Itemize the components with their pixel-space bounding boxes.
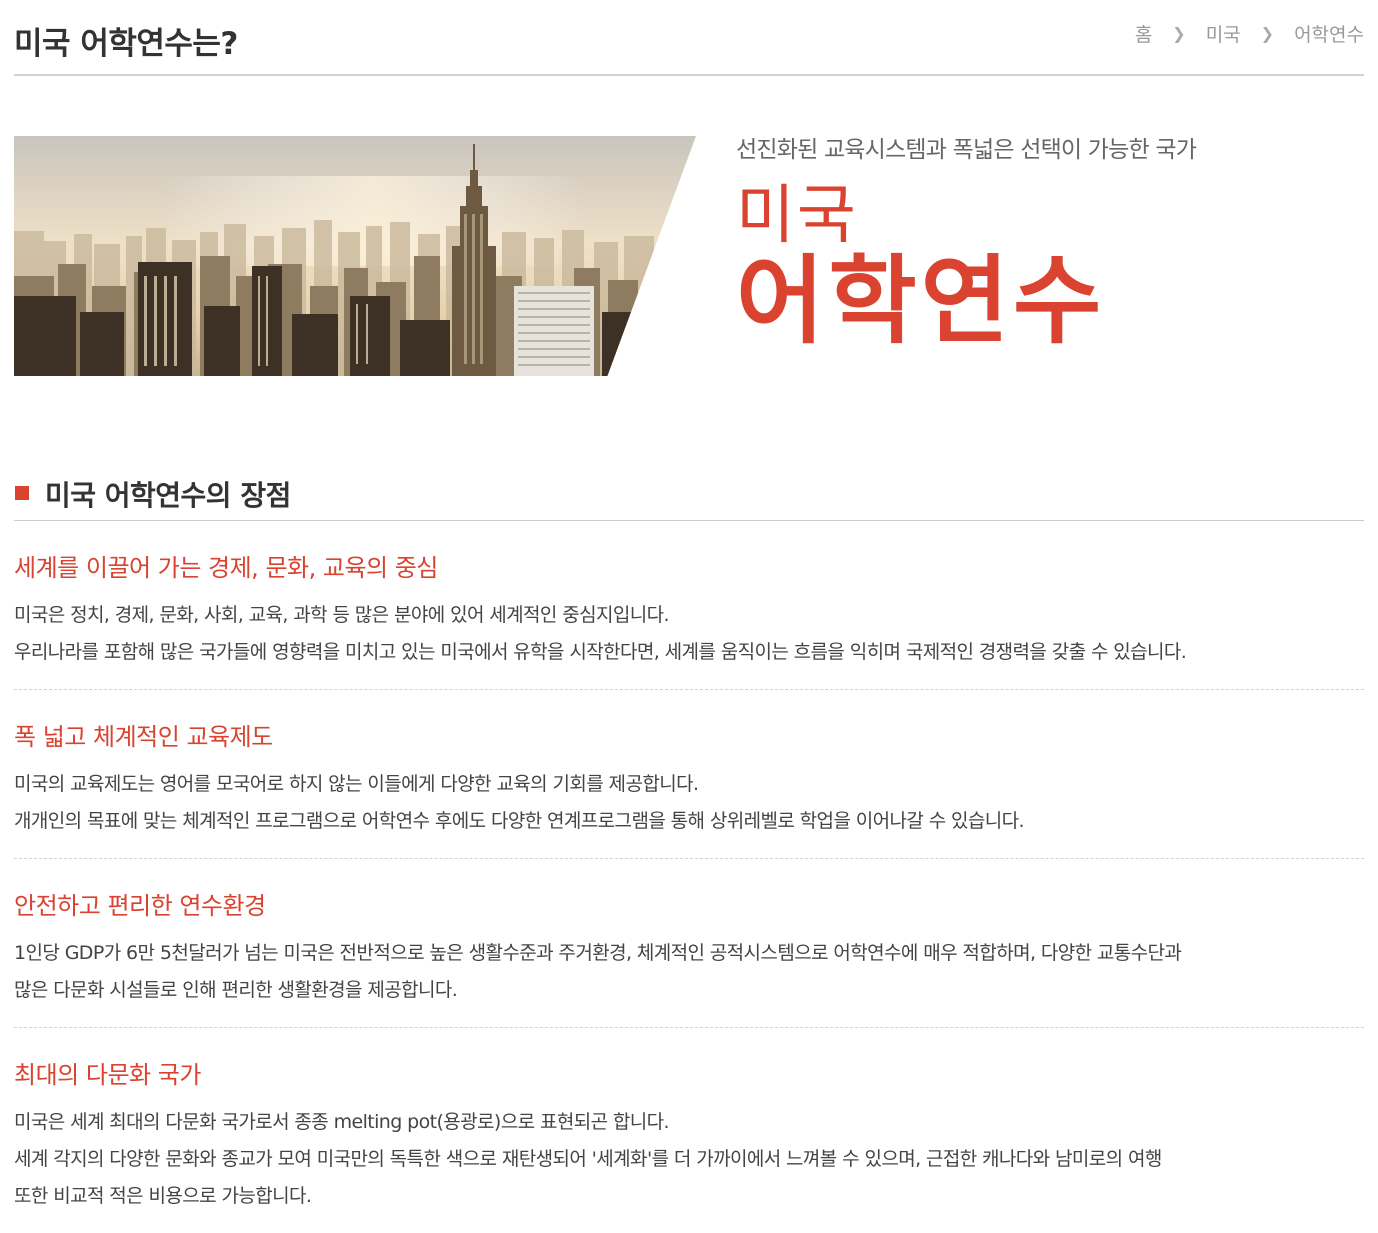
advantage-item: 폭 넓고 체계적인 교육제도 미국의 교육제도는 영어를 모국어로 하지 않는 … (14, 690, 1364, 859)
section-title: 미국 어학연수의 장점 (45, 479, 291, 512)
advantage-title: 안전하고 편리한 연수환경 (14, 892, 266, 920)
advantage-text: 또한 비교적 적은 비용으로 가능합니다. (14, 1185, 312, 1207)
advantage-text: 개개인의 목표에 맞는 체계적인 프로그램으로 어학연수 후에도 다양한 연계프… (14, 810, 1025, 832)
advantage-title: 폭 넓고 체계적인 교육제도 (14, 723, 273, 751)
advantage-text: 세계 각지의 다양한 문화와 종교가 모여 미국만의 독특한 색으로 재탄생되어… (14, 1148, 1162, 1170)
banner-text: 선진화된 교육시스템과 폭넓은 선택이 가능한 국가 미국 어학연수 (736, 136, 1197, 357)
page-title: 미국 어학연수는? (14, 26, 238, 62)
advantage-text: 1인당 GDP가 6만 5천달러가 넘는 미국은 전반적으로 높은 생활수준과 … (14, 942, 1182, 964)
advantages-list: 세계를 이끌어 가는 경제, 문화, 교육의 중심 미국은 정치, 경제, 문화… (14, 521, 1364, 1233)
advantage-text: 미국은 정치, 경제, 문화, 사회, 교육, 과학 등 많은 분야에 있어 세… (14, 604, 670, 626)
section-heading: 미국 어학연수의 장점 (14, 472, 1364, 521)
advantage-title: 세계를 이끌어 가는 경제, 문화, 교육의 중심 (14, 554, 438, 582)
advantage-text: 미국의 교육제도는 영어를 모국어로 하지 않는 이들에게 다양한 교육의 기회… (14, 773, 699, 795)
advantage-text: 많은 다문화 시설들로 인해 편리한 생활환경을 제공합니다. (14, 979, 458, 1001)
country-banner: 선진화된 교육시스템과 폭넓은 선택이 가능한 국가 미국 어학연수 (14, 136, 1364, 376)
breadcrumb-country-link[interactable]: 미국 (1206, 20, 1241, 47)
page-header: 미국 어학연수는? 홈 ❯ 미국 ❯ 어학연수 (14, 0, 1364, 76)
banner-country: 미국 (736, 179, 858, 253)
banner-program: 어학연수 (736, 245, 1106, 357)
chevron-right-icon: ❯ (1172, 24, 1186, 43)
advantage-text: 미국은 세계 최대의 다문화 국가로서 종종 melting pot(용광로)으… (14, 1111, 670, 1133)
breadcrumb: 홈 ❯ 미국 ❯ 어학연수 (1135, 20, 1364, 47)
chevron-right-icon: ❯ (1260, 24, 1275, 43)
banner-subtitle: 선진화된 교육시스템과 폭넓은 선택이 가능한 국가 (736, 137, 1197, 163)
advantage-item: 세계를 이끌어 가는 경제, 문화, 교육의 중심 미국은 정치, 경제, 문화… (14, 521, 1364, 690)
breadcrumb-home-link[interactable]: 홈 (1135, 20, 1152, 47)
advantage-item: 안전하고 편리한 연수환경 1인당 GDP가 6만 5천달러가 넘는 미국은 전… (14, 859, 1364, 1028)
breadcrumb-current: 어학연수 (1294, 24, 1364, 46)
advantage-text: 우리나라를 포함해 많은 국가들에 영향력을 미치고 있는 미국에서 유학을 시… (14, 641, 1187, 663)
advantage-item: 최대의 다문화 국가 미국은 세계 최대의 다문화 국가로서 종종 meltin… (14, 1028, 1364, 1233)
city-skyline-image (14, 136, 696, 376)
advantage-title: 최대의 다문화 국가 (14, 1061, 201, 1089)
square-bullet-icon (15, 486, 29, 500)
